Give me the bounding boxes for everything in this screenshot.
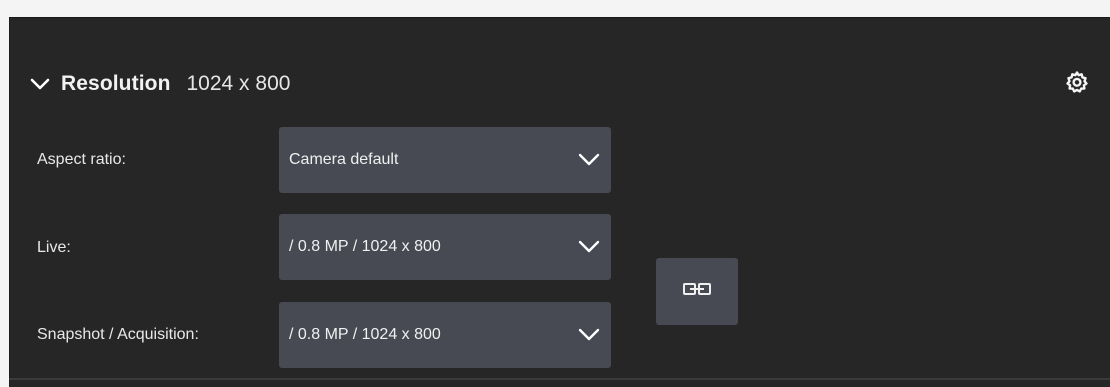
current-resolution-value: 1024 x 800	[186, 72, 291, 95]
snapshot-acquisition-select[interactable]: / 0.8 MP / 1024 x 800	[279, 302, 611, 368]
chevron-down-icon	[577, 148, 601, 172]
live-label: Live:	[37, 239, 71, 256]
resolution-section-header[interactable]: Resolution 1024 x 800	[29, 64, 290, 104]
live-resolution-select[interactable]: / 0.8 MP / 1024 x 800	[279, 214, 611, 280]
live-selected-value: / 0.8 MP / 1024 x 800	[289, 238, 441, 255]
gear-icon[interactable]	[1065, 70, 1089, 94]
aspect-ratio-selected-value: Camera default	[289, 151, 399, 168]
link-resolutions-button[interactable]	[656, 258, 738, 325]
section-title: Resolution	[61, 72, 171, 95]
chevron-down-icon	[577, 323, 601, 347]
aspect-ratio-label: Aspect ratio:	[37, 151, 126, 168]
link-icon	[682, 281, 712, 302]
snapshot-acquisition-selected-value: / 0.8 MP / 1024 x 800	[289, 326, 441, 343]
panel-divider	[9, 378, 1110, 380]
chevron-down-icon	[577, 235, 601, 259]
chevron-down-icon[interactable]	[29, 73, 51, 95]
aspect-ratio-select[interactable]: Camera default	[279, 127, 611, 193]
snapshot-acquisition-label: Snapshot / Acquisition:	[37, 326, 199, 343]
